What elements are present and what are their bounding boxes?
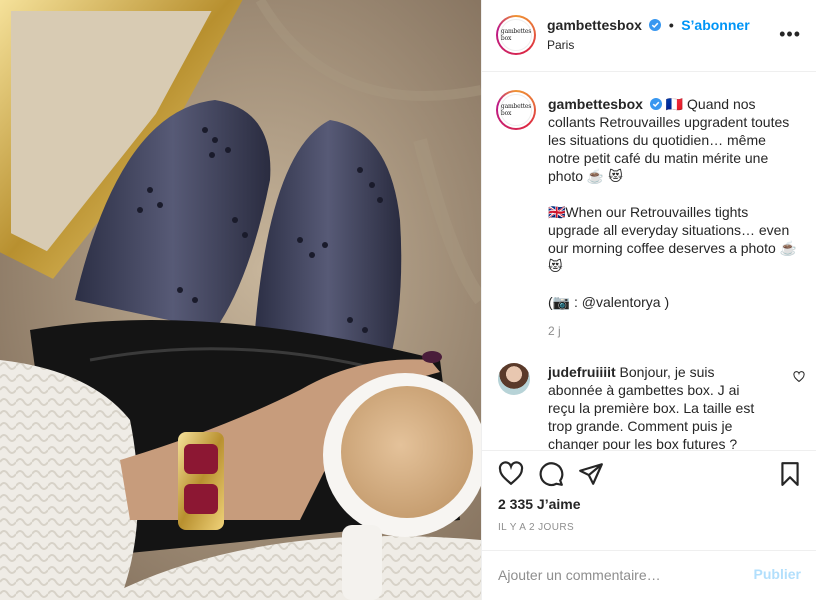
post-actions: 2 335 J’aime IL Y A 2 JOURS — [482, 450, 816, 550]
dot-separator: • — [668, 17, 674, 33]
bookmark-icon[interactable] — [777, 461, 803, 487]
caption-username[interactable]: gambettesbox — [548, 96, 643, 112]
post-caption: gambettesbox 🇫🇷 Quand nos collants Retro… — [548, 95, 798, 329]
post-header: gambettes box gambettesbox • S’abonner P… — [482, 0, 816, 72]
comments-section: gambettes box gambettesbox 🇫🇷 Quand nos … — [482, 73, 816, 450]
caption-timestamp: 2 j — [548, 324, 561, 338]
header-title-row: gambettesbox • S’abonner — [547, 17, 750, 35]
share-icon[interactable] — [578, 461, 604, 487]
photo-illustration — [0, 0, 481, 600]
comment-input[interactable] — [498, 565, 738, 585]
verified-badge-icon — [649, 19, 662, 31]
post-location[interactable]: Paris — [547, 38, 574, 52]
caption-credit: (📷 : @valentorya ) — [548, 294, 670, 310]
caption-text-en: 🇬🇧When our Retrouvailles tights upgrade … — [548, 204, 798, 274]
comment-icon[interactable] — [538, 461, 564, 487]
brand-logo: gambettes box — [500, 19, 532, 51]
comment-like-heart-icon[interactable] — [793, 371, 805, 383]
caption-author-avatar[interactable]: gambettes box — [496, 90, 536, 130]
likes-count[interactable]: 2 335 J’aime — [498, 496, 581, 512]
follow-button[interactable]: S’abonner — [681, 17, 749, 33]
comment-item: judefruiiiit Bonjour, je suis abonnée à … — [548, 363, 768, 450]
more-options-icon[interactable]: ••• — [779, 25, 801, 43]
post-date: IL Y A 2 JOURS — [498, 522, 575, 533]
publish-button[interactable]: Publier — [754, 566, 801, 582]
commenter-username[interactable]: judefruiiiit — [548, 364, 616, 380]
verified-badge-icon — [649, 98, 662, 110]
add-comment-bar: Publier — [482, 550, 816, 600]
commenter-avatar[interactable] — [498, 363, 530, 395]
author-avatar[interactable]: gambettes box — [496, 15, 536, 55]
author-username[interactable]: gambettesbox — [547, 17, 642, 33]
brand-logo: gambettes box — [500, 94, 532, 126]
heart-icon[interactable] — [498, 461, 524, 487]
post-photo[interactable] — [0, 0, 481, 600]
post-side-panel: gambettes box gambettesbox • S’abonner P… — [481, 0, 816, 600]
